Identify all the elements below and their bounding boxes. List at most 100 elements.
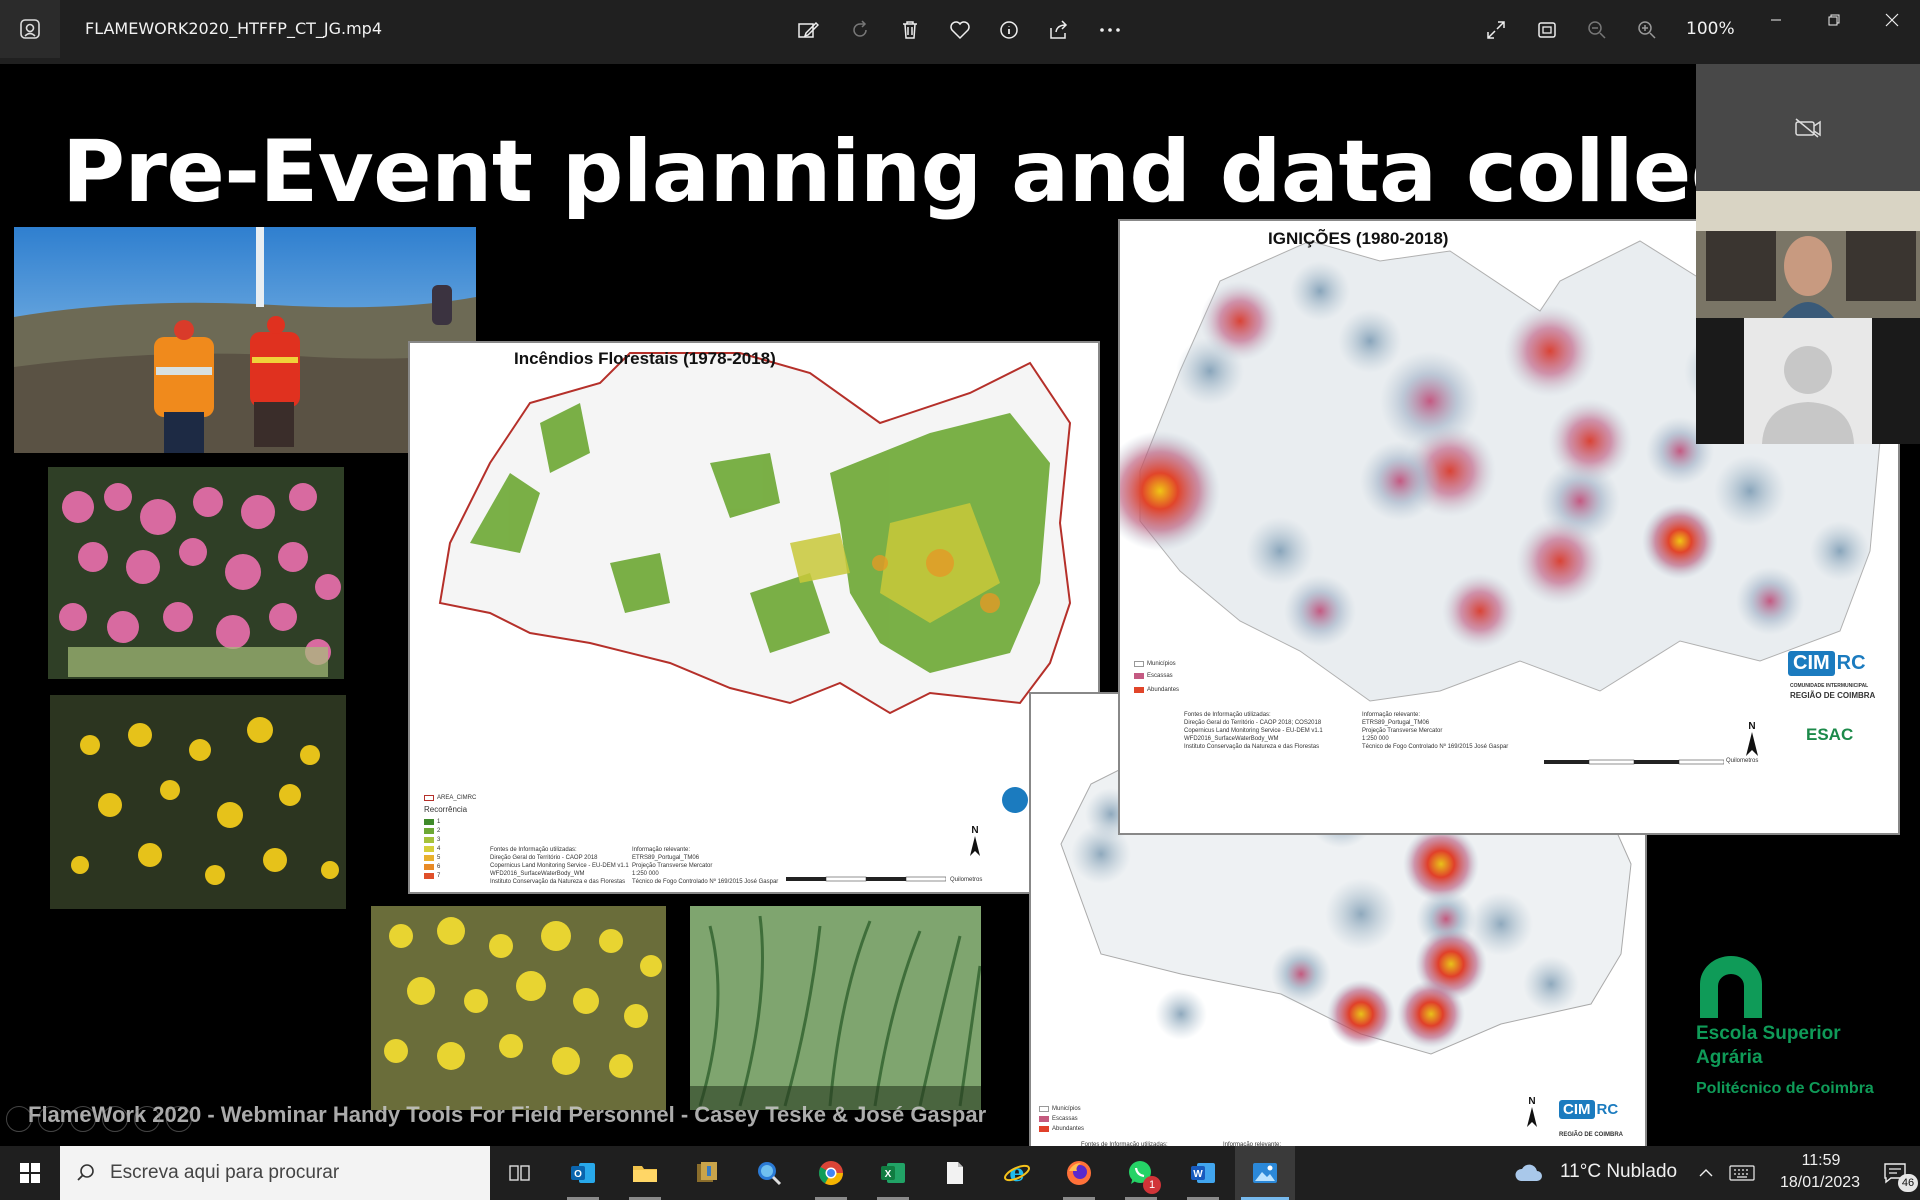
map-ignitions-north-arrow: N [1746,721,1758,759]
player-controls[interactable] [6,1106,192,1132]
map-ignitions-b-north-arrow: N [1527,1096,1537,1130]
legend-recurrence-item: 2 [424,826,440,835]
outlook-icon: O [571,1163,595,1183]
map-ignitions-sources: Fontes de Informação utilizadas: Direção… [1184,712,1323,750]
firefox-icon [1067,1161,1091,1185]
esa-brand: Escola Superior Agrária Politécnico de C… [1696,954,1896,1098]
esa-logo-icon [1700,956,1762,1018]
share-icon[interactable] [1039,12,1079,48]
prev-frame-control[interactable] [6,1106,32,1132]
notifications-button[interactable]: 46 [1870,1146,1920,1200]
excel-icon: X [881,1163,905,1183]
legend-abundantes-b: Abundantes [1039,1126,1084,1132]
map-ignitions-title: IGNIÇÕES (1980-2018) [1268,229,1449,248]
legend-recurrence-title: Recorrência [424,805,468,814]
taskbar-chrome[interactable] [801,1146,861,1200]
legend-recurrence-item: 7 [424,871,440,880]
clock-time[interactable]: 11:59 [1786,1152,1856,1170]
search-icon [77,1164,94,1181]
map-ignitions-b-cim-logo: CIM RC [1559,1100,1618,1119]
photo-field-crew [14,227,476,453]
legend-recurrence-item: 3 [424,835,440,844]
weather-text[interactable]: 11°C Nublado [1560,1161,1677,1183]
zoom-level[interactable]: 100% [1686,19,1735,39]
map-ignitions-cim-community: COMUNIDADE INTERMUNICIPAL [1790,683,1869,689]
legend-municipios: Municípios [1134,661,1176,667]
expand-icon[interactable] [1476,12,1516,48]
rewind-control[interactable] [38,1106,64,1132]
magnifier-globe-icon [758,1162,782,1186]
file-name: FLAMEWORK2020_HTFFP_CT_JG.mp4 [85,19,383,38]
task-view-button[interactable] [490,1146,550,1200]
title-bar: FLAMEWORK2020_HTFFP_CT_JG.mp4 100% [0,0,1920,64]
minimize-icon[interactable] [1750,0,1802,40]
start-button[interactable] [0,1146,60,1200]
rotate-icon[interactable] [840,12,880,48]
taskbar-outlook[interactable]: O [553,1146,613,1200]
taskbar-internet-explorer[interactable]: e [987,1146,1047,1200]
legend-recurrence-items: 1234567 [424,817,440,880]
taskbar-archive-app[interactable] [677,1146,737,1200]
svg-text:X: X [885,1169,892,1180]
svg-text:W: W [1193,1169,1203,1180]
photo-broom [371,906,666,1110]
fullscreen-control[interactable] [166,1106,192,1132]
fit-icon[interactable] [1527,12,1567,48]
taskbar-search-app[interactable] [739,1146,799,1200]
taskbar-photos[interactable] [1235,1146,1295,1200]
close-icon[interactable] [1866,0,1918,40]
taskbar-file-explorer[interactable] [615,1146,675,1200]
esa-name-line2: Agrária [1696,1047,1763,1068]
taskbar-firefox[interactable] [1049,1146,1109,1200]
info-icon[interactable] [989,12,1029,48]
svg-text:O: O [574,1169,582,1180]
internet-explorer-icon: e [1004,1159,1030,1187]
legend-recurrence-item: 5 [424,853,440,862]
taskbar: Escreva aqui para procurar O X e 1 W 11°… [0,1146,1920,1200]
clock-date[interactable]: 18/01/2023 [1770,1174,1870,1192]
taskbar-whatsapp[interactable]: 1 [1111,1146,1171,1200]
edit-image-icon[interactable] [788,12,828,48]
photo-pink-heather [48,467,344,679]
search-placeholder: Escreva aqui para procurar [110,1162,340,1183]
taskbar-search-box[interactable]: Escreva aqui para procurar [60,1146,490,1200]
restore-icon[interactable] [1808,0,1860,40]
document-icon [947,1162,963,1184]
play-control[interactable] [70,1106,96,1132]
participant-avatar-tile[interactable] [1696,318,1920,444]
zoom-in-icon[interactable] [1627,12,1667,48]
photos-app-icon[interactable] [0,0,60,58]
zoom-out-icon[interactable] [1577,12,1617,48]
legend-area: AREA_CIMRC [424,795,476,801]
next-frame-control[interactable] [134,1106,160,1132]
map-fire-sources: Fontes de Informação utilizadas: Direção… [490,847,629,885]
tray-chevron-up-icon[interactable] [1690,1146,1722,1200]
word-icon: W [1191,1163,1215,1183]
map-fire-scale-units: Quilometros [950,877,983,883]
esa-institution: Politécnico de Coimbra [1696,1080,1874,1097]
participant-camera-off-tile[interactable] [1696,64,1920,191]
map-fire-north-arrow: N [970,825,980,859]
legend-municipios-b: Municípios [1039,1106,1081,1112]
participant-video-tile[interactable] [1696,191,1920,318]
more-icon[interactable] [1090,12,1130,48]
photo-ferns [690,906,981,1110]
map-ignitions-cim-region: REGIÃO DE COIMBRA [1790,691,1876,700]
taskbar-excel[interactable]: X [863,1146,923,1200]
map-ignitions-cim-logo: CIM RC [1788,651,1866,676]
map-ignitions-esac-logo: ESAC [1806,725,1854,744]
taskbar-notepad[interactable] [925,1146,985,1200]
keyboard-icon[interactable] [1724,1146,1760,1200]
map-ignitions-info: Informação relevante: ETRS89_Portugal_TM… [1362,712,1509,750]
legend-abundantes: Abundantes [1134,687,1179,693]
map-fire-title: Incêndios Florestais (1978-2018) [514,349,776,368]
taskbar-word[interactable]: W [1173,1146,1233,1200]
favorite-icon[interactable] [940,12,980,48]
weather-icon[interactable] [1508,1146,1548,1200]
delete-icon[interactable] [890,12,930,48]
windows-icon [20,1163,40,1183]
esa-name-line1: Escola Superior [1696,1023,1841,1044]
legend-escassas-b: Escassas [1039,1116,1078,1122]
video-frame[interactable]: Pre-Event planning and data collection t… [0,64,1920,1146]
forward-control[interactable] [102,1106,128,1132]
